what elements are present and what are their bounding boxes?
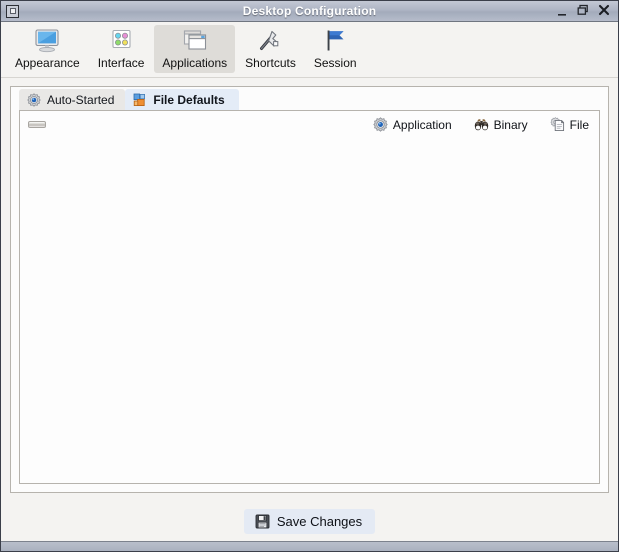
- close-icon[interactable]: [598, 4, 610, 19]
- toolbar-label-appearance: Appearance: [15, 56, 80, 70]
- save-changes-label: Save Changes: [276, 513, 363, 529]
- file-defaults-content: Application Binary File: [19, 110, 600, 484]
- tab-label-auto-started: Auto-Started: [47, 92, 115, 107]
- action-file[interactable]: File: [550, 117, 589, 132]
- window-menu-icon[interactable]: [6, 4, 19, 18]
- action-label-application: Application: [392, 117, 452, 132]
- maximize-icon[interactable]: [577, 4, 589, 18]
- tab-label-file-defaults: File Defaults: [153, 92, 225, 107]
- action-label-file: File: [569, 117, 589, 132]
- content-header: Application Binary File: [20, 111, 599, 138]
- status-bar: [1, 541, 618, 551]
- toolbar-item-applications[interactable]: Applications: [154, 25, 236, 73]
- desktop-configuration-window: Desktop Configuration Appearance Interfa…: [0, 0, 619, 552]
- window-title: Desktop Configuration: [242, 4, 377, 18]
- toolbar-item-interface[interactable]: Interface: [90, 25, 153, 73]
- drag-handle[interactable]: [28, 121, 46, 128]
- action-binary[interactable]: Binary: [474, 117, 528, 132]
- binoculars-icon: [474, 117, 489, 132]
- monitor-icon: [32, 27, 62, 55]
- tab-strip: Auto-Started File Defaults: [11, 87, 608, 110]
- gear-icon: [27, 92, 41, 107]
- toolbar-item-session[interactable]: Session: [306, 25, 365, 73]
- save-changes-button[interactable]: Save Changes: [243, 508, 376, 534]
- applications-panel: Auto-Started File Defaults Application B…: [10, 86, 609, 493]
- tab-file-defaults[interactable]: File Defaults: [125, 89, 239, 110]
- toolbar-label-shortcuts: Shortcuts: [245, 56, 296, 70]
- flag-icon: [320, 27, 350, 55]
- wrench-icon: [255, 27, 285, 55]
- windows-icon: [180, 27, 210, 55]
- toolbar-item-shortcuts[interactable]: Shortcuts: [237, 25, 304, 73]
- toolbar-label-session: Session: [313, 56, 357, 70]
- footer-bar: Save Changes: [10, 501, 609, 541]
- body-area: Auto-Started File Defaults Application B…: [1, 78, 618, 541]
- toolbar-item-appearance[interactable]: Appearance: [7, 25, 88, 73]
- action-label-binary: Binary: [493, 117, 528, 132]
- tab-auto-started[interactable]: Auto-Started: [19, 89, 126, 110]
- color-swatch-icon: [106, 27, 136, 55]
- floppy-disk-icon: [255, 514, 270, 529]
- title-bar[interactable]: Desktop Configuration: [1, 1, 618, 22]
- toolbar-label-interface: Interface: [97, 56, 145, 70]
- toolbar-label-applications: Applications: [162, 56, 228, 70]
- gear-icon: [373, 117, 388, 132]
- file-types-icon: [133, 93, 147, 107]
- window-controls: [557, 4, 610, 19]
- action-application[interactable]: Application: [373, 117, 452, 132]
- content-actions: Application Binary File: [373, 117, 589, 132]
- document-gear-icon: [550, 117, 565, 132]
- minimize-icon[interactable]: [557, 7, 568, 21]
- main-toolbar: Appearance Interface Applications Shortc…: [1, 22, 618, 78]
